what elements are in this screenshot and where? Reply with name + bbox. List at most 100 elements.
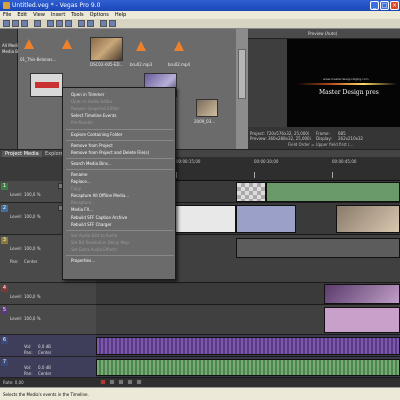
media-cone-icon[interactable] — [24, 39, 34, 49]
paste-icon[interactable] — [65, 20, 72, 27]
menu-tools[interactable]: Tools — [68, 11, 86, 19]
app-icon — [3, 2, 10, 9]
track-level-value: 0,0 dB — [38, 344, 51, 349]
video-event[interactable] — [324, 284, 400, 304]
context-menu-item[interactable]: Rebuild SFF Charger — [71, 222, 112, 227]
close-button[interactable]: × — [390, 1, 399, 10]
toolbar — [0, 19, 400, 29]
ruler-tick — [254, 172, 255, 178]
track-level-label: Vol: — [24, 365, 32, 370]
context-menu-item[interactable]: Media FX... — [71, 207, 93, 212]
context-menu-item[interactable]: Recapture All Offline Media... — [71, 193, 129, 198]
video-event[interactable] — [236, 182, 266, 202]
context-menu-item[interactable]: Select Timeline Events — [71, 113, 116, 118]
media-thumbnail[interactable] — [90, 37, 123, 61]
track-level-label: Level: — [10, 192, 22, 197]
title-bar: Untitled.veg * - Vegas Pro 9.0 _ □ × — [0, 0, 400, 11]
media-context-menu: Open in Trimmer Open in Audio Editor Reope… — [62, 87, 176, 280]
open-icon[interactable] — [12, 20, 19, 27]
track-level-label: Vol: — [24, 344, 32, 349]
window-title: Untitled.veg * - Vegas Pro 9.0 — [12, 2, 101, 9]
context-menu-item: Reopen Snapshot Editor — [71, 106, 120, 112]
preview-mode[interactable]: Preview (Auto) — [308, 31, 337, 36]
menu-file[interactable]: File — [0, 11, 14, 19]
undo-icon[interactable] — [78, 20, 85, 27]
save-icon[interactable] — [21, 20, 28, 27]
track-level-value: 100,0 % — [24, 192, 41, 197]
track-pan-value: Center — [24, 259, 38, 264]
track-number: 3 — [1, 237, 8, 244]
context-menu-item[interactable]: Remove from Project — [71, 143, 113, 148]
menu-insert[interactable]: Insert — [48, 11, 68, 19]
media-thumbnail[interactable] — [196, 99, 218, 117]
render-icon[interactable] — [100, 20, 107, 27]
context-menu-item: Pre-Render — [71, 120, 94, 126]
video-event[interactable] — [236, 238, 400, 258]
menu-separator — [66, 229, 174, 231]
track-number: 5 — [1, 307, 8, 314]
track-pan-label: Pan: — [24, 371, 33, 376]
menu-separator — [66, 255, 174, 256]
loop-icon[interactable] — [109, 379, 115, 385]
status-text: Selects the Media's events in the Timeli… — [3, 392, 89, 397]
track-header[interactable]: 7 Vol: 0,0 dB Pan: Center — [0, 357, 96, 378]
pause-icon[interactable] — [127, 379, 133, 385]
preview-light-streak — [297, 83, 397, 85]
properties-icon[interactable] — [34, 20, 41, 27]
help-icon[interactable] — [109, 20, 116, 27]
track-pan-label: Pan: — [24, 350, 33, 355]
track-level-value: 100,0 % — [24, 214, 41, 219]
context-menu-item[interactable]: Properties... — [71, 258, 95, 263]
menu-options[interactable]: Options — [87, 11, 112, 19]
play-icon[interactable] — [118, 379, 124, 385]
track-header[interactable]: 4 Level: 100,0 % — [0, 283, 96, 305]
context-menu-item: Set Bit Resolution Delay Map — [71, 239, 129, 245]
track-number: 7 — [1, 359, 8, 366]
track-level-label: Level: — [10, 294, 22, 299]
audio-event[interactable] — [96, 359, 400, 376]
redo-icon[interactable] — [87, 20, 94, 27]
menu-help[interactable]: Help — [112, 11, 129, 19]
timeline-track-lane[interactable] — [96, 357, 400, 378]
context-menu-item[interactable]: Replace... — [71, 179, 91, 184]
track-number: 1 — [1, 183, 8, 190]
video-event[interactable] — [236, 205, 296, 233]
media-label: 01_This-Belonas... — [20, 57, 57, 62]
minimize-button[interactable]: _ — [370, 1, 379, 10]
video-event[interactable] — [266, 182, 400, 202]
menu-view[interactable]: View — [30, 11, 48, 19]
copy-icon[interactable] — [56, 20, 63, 27]
track-level-value: 100,0 % — [24, 316, 41, 321]
media-scrollbar[interactable] — [236, 29, 248, 149]
audio-event[interactable] — [96, 337, 400, 355]
media-cone-icon[interactable] — [136, 41, 146, 51]
track-number: 2 — [1, 205, 8, 212]
track-header[interactable]: 6 Vol: 0,0 dB Pan: Center — [0, 335, 96, 357]
context-menu-item[interactable]: Explore Containing Folder — [71, 132, 123, 137]
media-cone-icon[interactable] — [62, 39, 72, 49]
ruler-label: 00:00:45;00 — [332, 159, 357, 164]
timeline-track-lane[interactable] — [96, 305, 400, 335]
maximize-button[interactable]: □ — [380, 1, 389, 10]
context-menu-item[interactable]: Search Media Bins... — [71, 161, 112, 166]
media-thumbnail[interactable] — [30, 73, 63, 97]
media-cone-icon[interactable] — [174, 41, 184, 51]
context-menu-item[interactable]: Open in Trimmer — [71, 92, 104, 97]
timeline-track-lane[interactable] — [96, 335, 400, 357]
context-menu-item[interactable]: Remove from Project and Delete File(s) — [71, 150, 149, 155]
display-label: Display: — [316, 136, 332, 141]
media-label: bru02.mp4 — [168, 62, 191, 67]
video-event[interactable] — [324, 307, 400, 333]
record-icon[interactable] — [100, 379, 106, 385]
timeline-track-lane[interactable] — [96, 283, 400, 305]
context-menu-item[interactable]: Rename — [71, 172, 87, 177]
video-event[interactable] — [336, 205, 400, 233]
stop-icon[interactable] — [136, 379, 142, 385]
track-pan-value: Center — [38, 371, 52, 376]
track-level-value: 0,0 dB — [38, 365, 51, 370]
track-header[interactable]: 5 Level: 100,0 % — [0, 305, 96, 335]
menu-edit[interactable]: Edit — [14, 11, 30, 19]
cut-icon[interactable] — [47, 20, 54, 27]
context-menu-item[interactable]: Rebuild SFF Caption Archive — [71, 215, 127, 220]
new-icon[interactable] — [3, 20, 10, 27]
